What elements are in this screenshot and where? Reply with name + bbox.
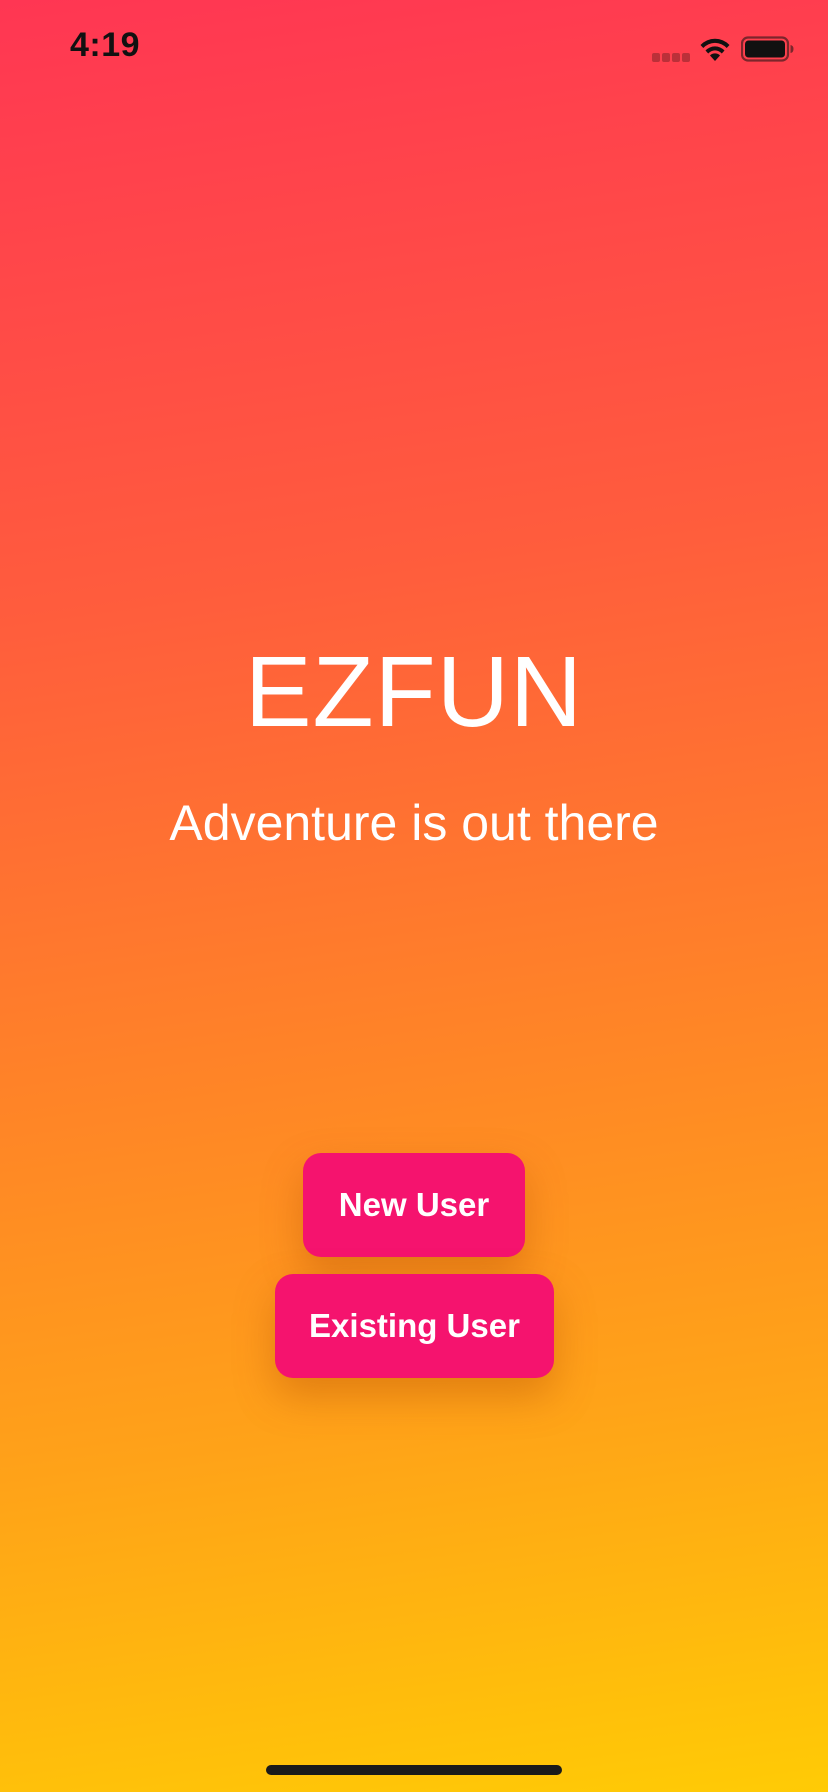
wifi-icon [700, 38, 730, 61]
new-user-button[interactable]: New User [303, 1153, 525, 1257]
cellular-signal-icon [652, 53, 692, 62]
home-indicator[interactable] [266, 1765, 562, 1775]
app-title: EZFUN [244, 636, 584, 748]
status-bar: 4:19 [0, 0, 828, 100]
battery-icon [741, 36, 794, 62]
existing-user-button[interactable]: Existing User [275, 1274, 554, 1378]
tagline: Adventure is out there [169, 795, 659, 851]
status-time: 4:19 [70, 26, 141, 64]
